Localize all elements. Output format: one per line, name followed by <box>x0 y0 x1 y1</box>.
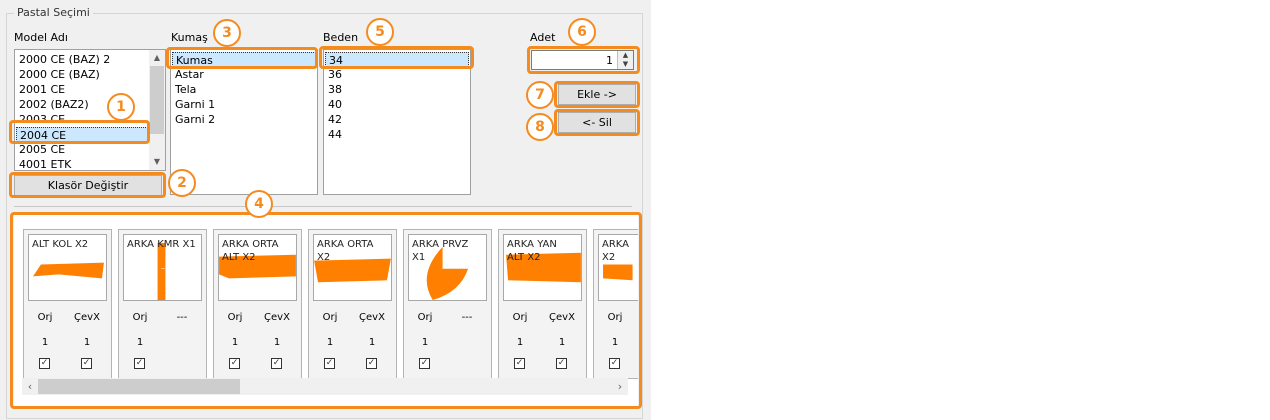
callout-badge-3: 3 <box>213 19 241 47</box>
callout-badge-4: 4 <box>245 190 273 218</box>
size-label: Beden <box>323 31 359 44</box>
model-listbox[interactable]: 2000 CE (BAZ) 2 2000 CE (BAZ) 2001 CE 2002 … <box>14 49 166 171</box>
quantity-label: Adet <box>530 31 556 44</box>
fabric-list-item[interactable]: Tela <box>172 82 316 97</box>
highlight-fabric-item <box>166 47 318 69</box>
size-list-item[interactable]: 36 <box>325 67 469 82</box>
size-list-item[interactable]: 40 <box>325 97 469 112</box>
size-list-item[interactable]: 38 <box>325 82 469 97</box>
model-label: Model Adı <box>14 31 68 44</box>
model-list-item[interactable]: 2000 CE (BAZ) 2 <box>16 52 148 67</box>
scroll-up-icon[interactable]: ▲ <box>149 51 165 65</box>
callout-badge-8: 8 <box>526 113 554 141</box>
callout-badge-5: 5 <box>366 18 394 46</box>
size-listbox[interactable]: 34 36 38 40 42 44 <box>323 49 471 195</box>
model-list-item[interactable]: 4001 ETK <box>16 157 148 170</box>
model-list-item[interactable]: 2000 CE (BAZ) <box>16 67 148 82</box>
callout-badge-1: 1 <box>107 93 135 121</box>
size-list-item[interactable]: 42 <box>325 112 469 127</box>
fabric-list-item[interactable]: Garni 2 <box>172 112 316 127</box>
divider <box>14 206 632 207</box>
scroll-down-icon[interactable]: ▼ <box>149 155 165 169</box>
fabric-list-item[interactable]: Garni 1 <box>172 97 316 112</box>
callout-badge-2: 2 <box>168 169 196 197</box>
highlight-add-button <box>554 81 640 108</box>
highlight-remove-button <box>554 109 640 136</box>
fabric-label: Kumaş <box>171 31 208 44</box>
callout-badge-6: 6 <box>568 18 596 46</box>
model-list-item[interactable]: 2005 CE <box>16 142 148 157</box>
highlight-pieces <box>10 212 642 409</box>
group-title: Pastal Seçimi <box>14 6 93 19</box>
model-list-scrollbar[interactable]: ▲ ▼ <box>149 50 165 170</box>
highlight-folder-button <box>9 172 166 198</box>
fabric-list-item[interactable]: Astar <box>172 67 316 82</box>
highlight-quantity <box>527 46 640 74</box>
scroll-thumb[interactable] <box>150 66 164 134</box>
size-list-item[interactable]: 44 <box>325 127 469 142</box>
highlight-model-item <box>9 120 150 144</box>
callout-badge-7: 7 <box>526 81 554 109</box>
highlight-size-item <box>319 46 474 69</box>
